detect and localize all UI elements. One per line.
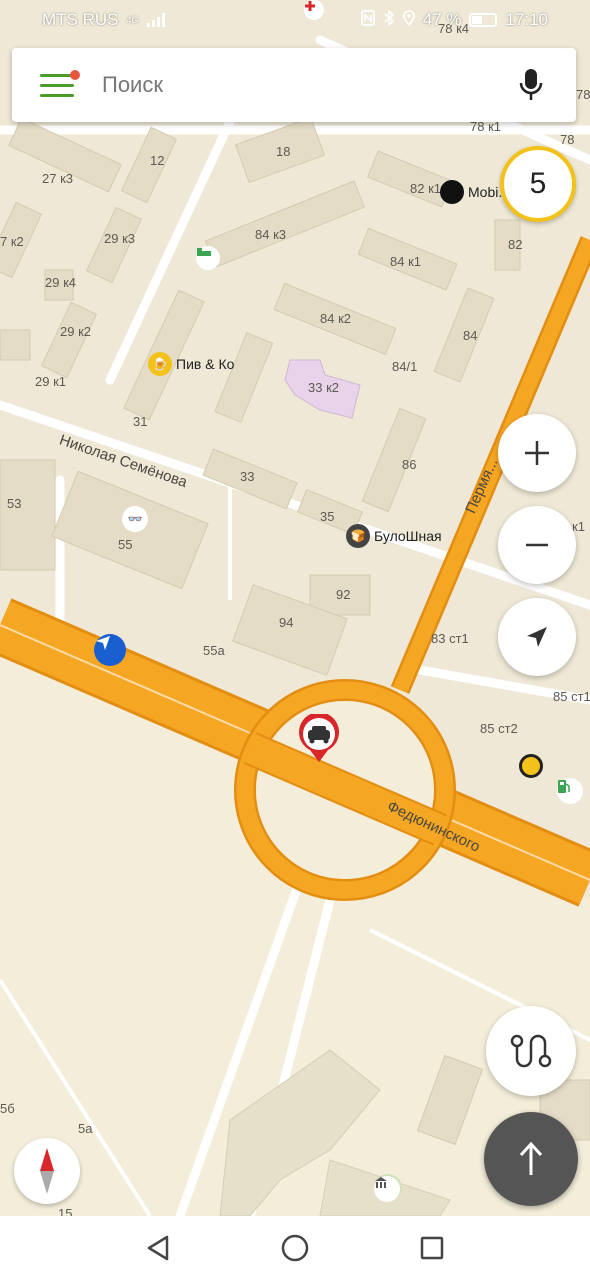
poi-label: Пив & Ко	[176, 356, 235, 372]
bluetooth-icon	[383, 8, 395, 31]
voice-search-button[interactable]	[486, 48, 576, 122]
zoom-out-button[interactable]	[498, 506, 576, 584]
optician-icon[interactable]: 👓	[122, 506, 148, 532]
my-location-button[interactable]	[498, 598, 576, 676]
hamburger-icon	[40, 73, 74, 97]
minus-icon	[526, 543, 548, 547]
building-number: 84 к1	[390, 254, 421, 269]
building-number: 85 ст2	[480, 721, 518, 736]
back-triangle-icon	[148, 1235, 169, 1261]
building-number: 78	[576, 87, 590, 102]
building-number: 7 к2	[0, 234, 24, 249]
building-number: 86	[402, 457, 417, 472]
building-number: 18	[276, 144, 291, 159]
traffic-level-value: 5	[529, 167, 547, 200]
poi-bakery[interactable]: 🍞 БулоШная	[346, 524, 442, 548]
building-number: 84	[463, 328, 478, 343]
building-number: 33 к2	[308, 380, 339, 395]
building-number: 29 к2	[60, 324, 91, 339]
museum-icon[interactable]	[374, 1176, 400, 1202]
building-number: 12	[150, 153, 165, 168]
network-type: 4G	[126, 15, 139, 25]
poi-label: БулоШная	[374, 528, 442, 544]
building-number: 84 к2	[320, 311, 351, 326]
building-number: 94	[279, 615, 294, 630]
zoom-in-button[interactable]	[498, 414, 576, 492]
building-number: 85 ст1	[553, 689, 590, 704]
compass-icon	[40, 1148, 54, 1194]
plus-icon	[525, 441, 549, 465]
route-button[interactable]	[486, 1006, 576, 1096]
building-number: 84/1	[392, 359, 418, 374]
battery-icon	[469, 13, 498, 27]
back-button[interactable]	[128, 1218, 188, 1278]
battery-percent: 47 %	[422, 10, 462, 29]
building-number: 55	[118, 537, 133, 552]
route-icon	[510, 1034, 552, 1068]
building-number: 5б	[0, 1101, 15, 1116]
recents-button[interactable]	[402, 1218, 462, 1278]
traffic-level-badge[interactable]: 5	[500, 146, 576, 222]
building-number: 55а	[203, 643, 225, 658]
arrow-up-icon	[519, 1141, 543, 1175]
system-navigation-bar	[0, 1216, 590, 1280]
building-number: 82 к1	[410, 181, 441, 196]
building-number: 78	[560, 132, 575, 147]
navigation-arrow-icon	[527, 627, 547, 647]
beer-icon: 🍺	[148, 352, 172, 376]
building-number: 29 к3	[104, 231, 135, 246]
search-input[interactable]	[102, 72, 486, 98]
building-number: 5а	[78, 1121, 93, 1136]
taxi-stop-icon[interactable]	[519, 754, 543, 778]
building-number: к1	[572, 519, 585, 534]
building-number: 27 к3	[42, 171, 73, 186]
home-button[interactable]	[265, 1218, 325, 1278]
building-number: 29 к4	[45, 275, 76, 290]
road-camera-marker-icon[interactable]	[296, 714, 342, 764]
start-navigation-button[interactable]	[484, 1112, 578, 1206]
user-location-arrow-icon[interactable]	[94, 634, 126, 666]
nfc-icon	[360, 9, 375, 31]
recents-square-icon	[420, 1236, 443, 1260]
building-number: 29 к1	[35, 374, 66, 389]
hotel-icon[interactable]	[196, 246, 220, 270]
building-number: 31	[133, 414, 148, 429]
bakery-icon: 🍞	[346, 524, 370, 548]
clock: 17:10	[505, 10, 548, 29]
building-number: 84 к3	[255, 227, 286, 242]
location-icon	[402, 9, 415, 31]
fuel-station-icon[interactable]	[557, 778, 583, 804]
search-bar	[12, 48, 576, 122]
building-number: 35	[320, 509, 335, 524]
building-number: 53	[7, 496, 22, 511]
signal-icon	[146, 13, 165, 27]
notification-dot	[70, 70, 80, 80]
building-number: 82	[508, 237, 523, 252]
carrier-name: MTS RUS	[42, 10, 119, 29]
building-number: 92	[336, 587, 351, 602]
building-number: 83 ст1	[431, 631, 469, 646]
building-number: 33	[240, 469, 255, 484]
menu-button[interactable]	[12, 48, 102, 122]
home-circle-icon	[281, 1234, 309, 1262]
microphone-icon	[519, 69, 543, 100]
status-bar: MTS RUS 4G 47 % 17:10	[0, 0, 590, 40]
compass-button[interactable]	[14, 1138, 80, 1204]
poi-beer-shop[interactable]: 🍺 Пив & Ко	[148, 352, 234, 376]
apple-icon	[440, 180, 464, 204]
building-number: 15	[58, 1206, 73, 1216]
